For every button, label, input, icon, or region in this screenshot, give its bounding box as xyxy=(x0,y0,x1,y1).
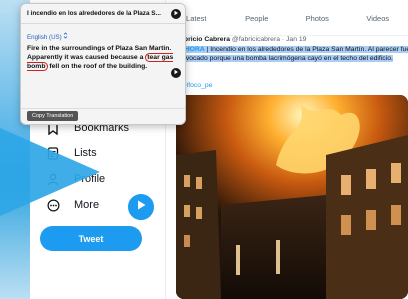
translation-source-text: I incendio en los alrededores de la Plaz… xyxy=(27,10,161,17)
popup-divider xyxy=(21,108,185,109)
source-play-button[interactable] xyxy=(171,9,181,19)
copy-translation-button[interactable]: Copy Translation xyxy=(27,111,79,121)
search-tabs: Latest People Photos Videos xyxy=(166,8,408,32)
video-play-button[interactable] xyxy=(126,192,156,222)
tab-photos[interactable]: Photos xyxy=(287,8,348,32)
tweet-video[interactable] xyxy=(176,95,408,299)
chevron-updown-icon xyxy=(63,32,68,41)
tab-people[interactable]: People xyxy=(227,8,288,32)
video-frame xyxy=(176,95,408,299)
translation-popup: I incendio en los alrededores de la Plaz… xyxy=(20,3,186,125)
translation-result: Fire in the surroundings of Plaza San Ma… xyxy=(27,45,174,71)
target-language-select[interactable]: English (US) xyxy=(27,32,68,41)
next-icon xyxy=(173,69,179,77)
tweet-text: #AHORA | Incendio en los alrededores de … xyxy=(176,45,408,63)
tweet-header: Fabricio Cabrera @fabricicabrera · Jan 1… xyxy=(176,36,306,43)
tab-videos[interactable]: Videos xyxy=(348,8,408,32)
pointer-arrow xyxy=(0,128,100,216)
result-play-button[interactable] xyxy=(171,68,181,78)
play-icon xyxy=(135,198,147,216)
target-language-label: English (US) xyxy=(27,34,62,41)
tweet-meta: @fabricicabrera · Jan 19 xyxy=(231,36,307,43)
main-column: Latest People Photos Videos Fabricio Cab… xyxy=(166,0,408,299)
tweet-body: | Incendio en los alrededores de la Plaz… xyxy=(176,46,408,62)
play-icon xyxy=(173,10,179,18)
tweet-button[interactable]: Tweet xyxy=(40,226,142,251)
